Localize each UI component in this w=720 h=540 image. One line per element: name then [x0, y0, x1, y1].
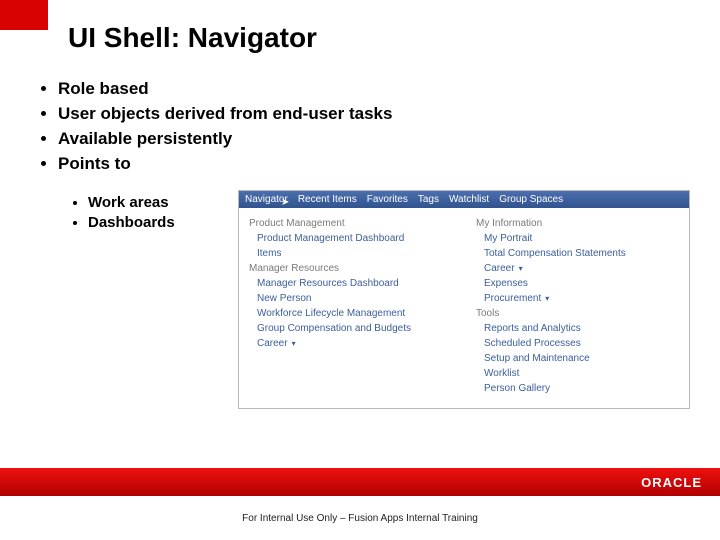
nav-link[interactable]: Scheduled Processes [484, 338, 679, 349]
nav-tab-recent-items[interactable]: Recent Items [298, 194, 357, 205]
chevron-down-icon: ▾ [545, 294, 549, 303]
chevron-down-icon: ▾ [519, 264, 523, 273]
nav-link[interactable]: Expenses [484, 278, 679, 289]
nav-section-my-information: My Information [476, 218, 679, 229]
bullet-item: Role based [58, 78, 690, 101]
nav-tab-watchlist[interactable]: Watchlist [449, 194, 489, 205]
nav-tab-favorites[interactable]: Favorites [367, 194, 408, 205]
sub-bullet-item: Work areas [88, 194, 230, 211]
chevron-down-icon: ▾ [292, 339, 296, 348]
navigator-top-bar: Navigator Recent Items Favorites Tags Wa… [239, 191, 689, 208]
nav-link-career[interactable]: Career▾ [257, 338, 452, 349]
sub-bullets: Work areas Dashboards [60, 190, 230, 409]
nav-link-career[interactable]: Career▾ [484, 263, 679, 274]
navigator-panel: Navigator Recent Items Favorites Tags Wa… [238, 190, 690, 409]
nav-section-manager-resources: Manager Resources [249, 263, 452, 274]
nav-link[interactable]: My Portrait [484, 233, 679, 244]
nav-link[interactable]: Total Compensation Statements [484, 248, 679, 259]
footer-note: For Internal Use Only – Fusion Apps Inte… [0, 513, 720, 524]
nav-link[interactable]: New Person [257, 293, 452, 304]
bullet-item: User objects derived from end-user tasks [58, 103, 690, 126]
nav-link[interactable]: Workforce Lifecycle Management [257, 308, 452, 319]
nav-link[interactable]: Group Compensation and Budgets [257, 323, 452, 334]
nav-link[interactable]: Setup and Maintenance [484, 353, 679, 364]
navigator-column-left: Product Management Product Management Da… [249, 216, 452, 398]
nav-link[interactable]: Person Gallery [484, 383, 679, 394]
footer-bar: ORACLE [0, 468, 720, 496]
nav-link[interactable]: Worklist [484, 368, 679, 379]
nav-tab-navigator[interactable]: Navigator [245, 194, 288, 205]
nav-section-tools: Tools [476, 308, 679, 319]
bullet-item: Available persistently [58, 128, 690, 151]
navigator-column-right: My Information My Portrait Total Compens… [476, 216, 679, 398]
nav-link[interactable]: Product Management Dashboard [257, 233, 452, 244]
nav-tab-tags[interactable]: Tags [418, 194, 439, 205]
nav-link[interactable]: Manager Resources Dashboard [257, 278, 452, 289]
nav-link[interactable]: Reports and Analytics [484, 323, 679, 334]
nav-link-procurement[interactable]: Procurement▾ [484, 293, 679, 304]
nav-tab-group-spaces[interactable]: Group Spaces [499, 194, 563, 205]
oracle-logo: ORACLE [641, 475, 702, 490]
brand-red-square [0, 0, 48, 30]
bullet-content: Role based User objects derived from end… [36, 78, 690, 178]
page-title: UI Shell: Navigator [68, 22, 317, 54]
nav-link[interactable]: Items [257, 248, 452, 259]
bullet-item: Points to [58, 153, 690, 176]
sub-bullet-item: Dashboards [88, 214, 230, 231]
nav-section-product-management: Product Management [249, 218, 452, 229]
